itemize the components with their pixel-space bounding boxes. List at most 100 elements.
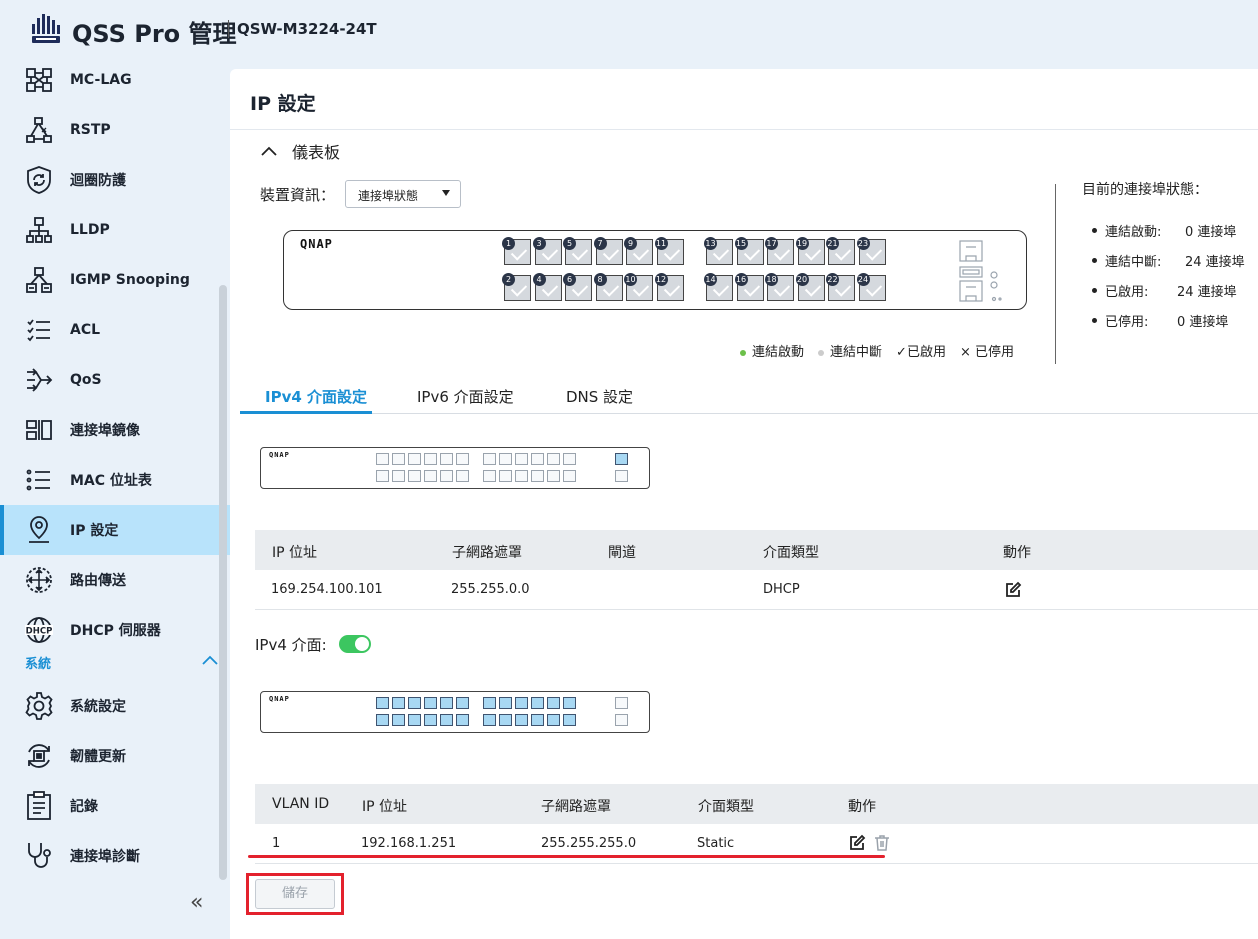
- trash-icon[interactable]: [873, 834, 891, 852]
- switch-port[interactable]: 13: [704, 237, 733, 265]
- mini-port: [392, 453, 405, 465]
- mini-port: [547, 470, 560, 482]
- status-row: 已啟用: 24 連接埠: [1092, 275, 1245, 305]
- switch-port[interactable]: 16: [734, 273, 764, 301]
- save-button[interactable]: 儲存: [255, 879, 335, 909]
- uplink-ports-icon: [959, 240, 1002, 302]
- switch-port[interactable]: 4: [532, 273, 562, 301]
- mini-port: [376, 470, 389, 482]
- switch-port[interactable]: 24: [856, 273, 886, 301]
- device-info-select[interactable]: 連接埠狀態: [345, 180, 461, 208]
- acl-icon: [24, 315, 54, 345]
- port-number: 1: [502, 237, 515, 250]
- sidebar-scrollbar[interactable]: [219, 285, 227, 880]
- sidebar-item-label: 韌體更新: [70, 749, 126, 765]
- mini-port: [392, 697, 405, 709]
- mini-port: [483, 697, 496, 709]
- main-panel: IP 設定 儀表板 裝置資訊： 連接埠狀態 QNAP 1 3 5 7 9 11 13 15 17…: [230, 69, 1258, 939]
- sidebar-item-label: MC-LAG: [70, 72, 132, 88]
- collapse-sidebar-button[interactable]: «: [190, 890, 203, 915]
- switch-port[interactable]: 7: [593, 237, 623, 265]
- port-number: 18: [765, 273, 778, 286]
- device-info-label: 裝置資訊：: [260, 186, 336, 204]
- dhcp-icon-text: DHCP: [26, 627, 53, 637]
- mgmt-port-diagram: QNAP: [260, 447, 650, 489]
- gear-icon: [24, 691, 54, 721]
- edit-icon[interactable]: [848, 834, 866, 852]
- switch-port[interactable]: 3: [532, 237, 562, 265]
- mini-port: [499, 697, 512, 709]
- tab-dns-settings[interactable]: DNS 設定: [566, 386, 633, 407]
- sidebar-item-igmp-snooping[interactable]: IGMP Snooping: [0, 255, 230, 305]
- switch-port[interactable]: 21: [826, 237, 855, 265]
- dashboard-label: 儀表板: [292, 143, 341, 162]
- mgmt-port: [615, 697, 628, 709]
- sidebar-item-port-diagnostics[interactable]: 連接埠診斷: [0, 831, 230, 881]
- col-gateway: 閘道: [608, 545, 636, 561]
- mclag-icon: [24, 65, 54, 95]
- qnap-logo: QNAP: [269, 695, 290, 703]
- device-select-value: 連接埠狀態: [358, 189, 419, 203]
- sidebar-item-mac-table[interactable]: MAC 位址表: [0, 455, 230, 505]
- port-number: 10: [624, 273, 637, 286]
- cell-mask: 255.255.255.0: [541, 836, 637, 851]
- switch-port[interactable]: 22: [826, 273, 855, 301]
- switch-port[interactable]: 14: [704, 273, 733, 301]
- ipv4-interface-toggle[interactable]: [339, 635, 371, 653]
- interface-tabs: IPv4 介面設定 IPv6 介面設定 DNS 設定: [240, 379, 1258, 414]
- edit-icon[interactable]: [1004, 581, 1022, 599]
- chevron-up-icon[interactable]: [200, 651, 220, 671]
- sidebar-item-dhcp-server[interactable]: DHCP DHCP 伺服器: [0, 605, 230, 655]
- routing-icon: [24, 565, 54, 595]
- igmp-icon: [24, 265, 54, 295]
- switch-port[interactable]: 1: [502, 237, 531, 265]
- switch-port[interactable]: 20: [795, 273, 825, 301]
- cell-vlan-id: 1: [272, 836, 281, 851]
- sidebar-item-loop-protection[interactable]: 迴圈防護: [0, 155, 230, 205]
- mini-port: [531, 714, 544, 726]
- switch-port[interactable]: 19: [795, 237, 825, 265]
- dashboard-toggle[interactable]: 儀表板: [260, 139, 340, 163]
- switch-port[interactable]: 11: [654, 237, 684, 265]
- switch-port[interactable]: 17: [765, 237, 794, 265]
- switch-port[interactable]: 23: [856, 237, 886, 265]
- nav-group-system[interactable]: 系統: [0, 651, 230, 673]
- switch-port[interactable]: 2: [502, 273, 531, 301]
- mini-port: [424, 470, 437, 482]
- tab-ipv4-interface[interactable]: IPv4 介面設定: [265, 386, 367, 407]
- sidebar-item-routing[interactable]: 路由傳送: [0, 555, 230, 605]
- switch-port[interactable]: 6: [563, 273, 592, 301]
- mini-port: [531, 470, 544, 482]
- vlan-table-header: VLAN ID IP 位址 子網路遮罩 介面類型 動作: [255, 784, 1258, 824]
- switch-port[interactable]: 8: [593, 273, 623, 301]
- mini-port: [424, 714, 437, 726]
- stethoscope-icon: [24, 841, 54, 871]
- sidebar-item-ip-settings[interactable]: IP 設定: [0, 505, 230, 555]
- sidebar-item-lldp[interactable]: LLDP: [0, 205, 230, 255]
- uplink-port: [615, 714, 628, 726]
- switch-port[interactable]: 12: [654, 273, 684, 301]
- mini-port: [515, 470, 528, 482]
- switch-port[interactable]: 10: [624, 273, 653, 301]
- switch-port[interactable]: 15: [734, 237, 764, 265]
- switch-port[interactable]: 18: [765, 273, 794, 301]
- sidebar-item-mclag[interactable]: MC-LAG: [0, 55, 230, 105]
- tab-ipv6-interface[interactable]: IPv6 介面設定: [417, 386, 514, 407]
- sidebar-item-firmware-update[interactable]: 韌體更新: [0, 731, 230, 781]
- mini-port: [408, 470, 421, 482]
- sidebar-item-qos[interactable]: QoS: [0, 355, 230, 405]
- sidebar-item-port-mirror[interactable]: 連接埠鏡像: [0, 405, 230, 455]
- col-vlan-id: VLAN ID: [272, 796, 330, 812]
- switch-port[interactable]: 9: [624, 237, 653, 265]
- mini-port: [408, 697, 421, 709]
- col-type: 介面類型: [763, 545, 819, 561]
- switch-port[interactable]: 5: [563, 237, 592, 265]
- dhcp-icon: DHCP: [24, 615, 54, 645]
- mini-port: [392, 470, 405, 482]
- ipv4-interface-label: IPv4 介面:: [255, 636, 327, 654]
- sidebar-item-rstp[interactable]: RSTP: [0, 105, 230, 155]
- switch-front-panel: QNAP 1 3 5 7 9 11 13 15 17 19 21 23 2 4 6 8 10 12 14 16 18 20…: [283, 230, 1027, 310]
- sidebar-item-system-settings[interactable]: 系統設定: [0, 681, 230, 731]
- sidebar-item-log[interactable]: 記錄: [0, 781, 230, 831]
- sidebar-item-acl[interactable]: ACL: [0, 305, 230, 355]
